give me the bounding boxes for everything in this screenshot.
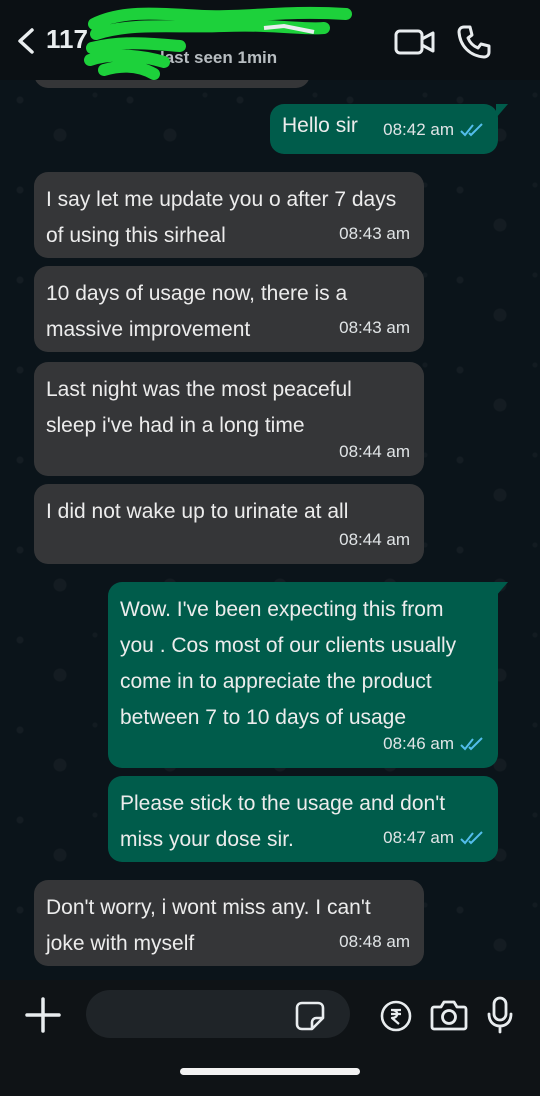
message-bubble-incoming[interactable]: 10 days of usage now, there is a massive… — [34, 266, 424, 352]
message-meta: 08:43 am — [339, 310, 410, 346]
message-time: 08:47 am — [383, 828, 454, 847]
message-time: 08:43 am — [339, 224, 410, 243]
video-call-icon[interactable] — [394, 28, 436, 56]
message-meta: 08:44 am — [339, 522, 410, 558]
sticker-icon[interactable] — [294, 1000, 326, 1032]
message-time: 08:46 am — [383, 734, 454, 753]
message-time: 08:44 am — [339, 442, 410, 461]
message-bubble-incoming[interactable]: I say let me update you o after 7 days o… — [34, 172, 424, 258]
camera-icon[interactable] — [430, 998, 468, 1032]
message-text: Wow. I've been expecting this from you .… — [120, 598, 457, 729]
back-arrow-icon[interactable] — [14, 26, 40, 56]
message-meta: 08:48 am — [339, 924, 410, 960]
plus-icon[interactable] — [24, 996, 62, 1034]
message-time: 08:43 am — [339, 318, 410, 337]
message-meta: 08:44 am — [339, 434, 410, 470]
double-check-read-icon — [460, 123, 483, 137]
phone-icon[interactable] — [456, 24, 492, 60]
composer-bar — [0, 980, 540, 1096]
message-bubble-incoming[interactable]: Last night was the most peaceful sleep i… — [34, 362, 424, 476]
message-meta: 08:47 am — [383, 820, 484, 856]
double-check-read-icon — [460, 831, 483, 845]
bubble-tail — [496, 104, 508, 118]
message-bubble-outgoing[interactable]: Wow. I've been expecting this from you .… — [108, 582, 508, 768]
chat-header: 117 last seen 1min — [0, 0, 540, 80]
redaction-scribble — [84, 6, 352, 80]
message-time: 08:42 am — [383, 120, 454, 139]
contact-name[interactable]: 117 — [46, 24, 88, 55]
rupee-icon[interactable] — [380, 1000, 412, 1032]
message-bubble-outgoing[interactable]: Hello sir 08:42 am — [270, 104, 508, 154]
bubble-tail — [496, 582, 508, 596]
message-time: 08:48 am — [339, 932, 410, 951]
message-meta: 08:43 am — [339, 216, 410, 252]
double-check-read-icon — [460, 737, 483, 751]
message-bubble-outgoing[interactable]: Please stick to the usage and don't miss… — [108, 776, 498, 862]
mic-icon[interactable] — [486, 996, 514, 1034]
home-indicator[interactable] — [180, 1068, 360, 1075]
message-bubble-incoming[interactable]: Don't worry, i wont miss any. I can't jo… — [34, 880, 424, 966]
message-meta: 08:42 am — [383, 112, 484, 148]
message-bubble-incoming[interactable]: I did not wake up to urinate at all 08:4… — [34, 484, 424, 564]
message-time: 08:44 am — [339, 530, 410, 549]
message-meta: 08:46 am — [383, 726, 484, 762]
